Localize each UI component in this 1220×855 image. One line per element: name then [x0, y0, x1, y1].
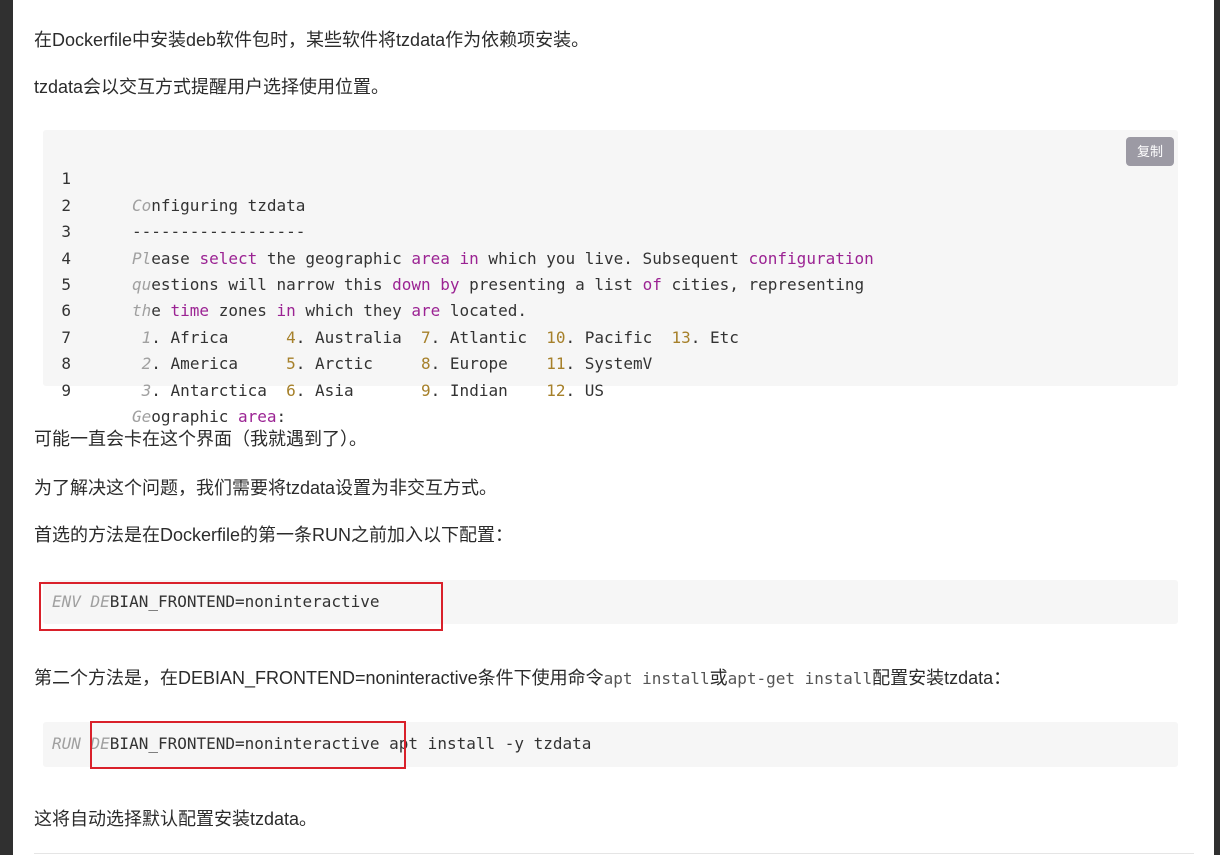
- left-window-frame: [0, 0, 13, 855]
- paragraph-stuck: 可能一直会卡在这个界面（我就遇到了）。: [34, 429, 367, 449]
- code-line: 9 Geographic area:: [43, 351, 1178, 426]
- line-number: 9: [61, 380, 71, 400]
- paragraph-text: 第二个方法是，在DEBIAN_FRONTEND=noninteractive条件…: [34, 668, 604, 688]
- highlight-box: [39, 582, 443, 631]
- paragraph-solution: 为了解决这个问题，我们需要将tzdata设置为非交互方式。: [34, 478, 498, 498]
- code-line: 6 1. Africa 4. Australia 7. Atlantic 10.…: [43, 272, 1178, 346]
- code-block-tzdata-prompt: 1 Configuring tzdata 2 -----------------…: [43, 130, 1178, 426]
- code-token: apt install -y tzdata: [379, 734, 592, 753]
- highlight-box: [90, 721, 406, 769]
- divider: [34, 853, 1194, 854]
- paragraph-intro: 在Dockerfile中安装deb软件包时，某些软件将tzdata作为依赖项安装…: [34, 30, 590, 50]
- code-number: 6: [286, 380, 296, 400]
- paragraph-tzdata-prompt: tzdata会以交互方式提醒用户选择使用位置。: [34, 77, 390, 97]
- code-line: 5 the time zones in which they are locat…: [43, 246, 1178, 320]
- code-line: 2 ------------------: [43, 166, 1178, 241]
- paragraph-text: 配置安装tzdata：: [872, 668, 1012, 688]
- code-token: :: [276, 406, 287, 426]
- inline-code: apt install: [603, 669, 710, 688]
- code-token: Ge: [132, 406, 152, 426]
- paragraph-text: 或: [709, 668, 728, 688]
- code-token: . Asia: [295, 380, 422, 400]
- code-token: ographic: [151, 406, 238, 426]
- code-token: . Indian: [430, 380, 547, 400]
- code-number: 12: [546, 380, 566, 400]
- copy-code-button[interactable]: 复制: [1126, 137, 1174, 166]
- code-token: . US: [565, 380, 605, 400]
- right-window-frame: [1214, 0, 1220, 855]
- paragraph-conclusion: 这将自动选择默认配置安装tzdata。: [34, 809, 318, 829]
- inline-code: apt-get install: [727, 669, 873, 688]
- code-line: 8 3. Antarctica 6. Asia 9. Indian 12. US: [43, 325, 1178, 399]
- code-token: . Antarctica: [151, 380, 287, 400]
- paragraph-method-one: 首选的方法是在Dockerfile的第一条RUN之前加入以下配置：: [34, 525, 514, 545]
- code-line: 3 Please select the geographic area in w…: [43, 193, 1178, 267]
- code-token: 3: [141, 380, 152, 400]
- code-line: 1 Configuring tzdata: [43, 140, 1178, 214]
- code-keyword: area: [237, 406, 277, 426]
- code-line: 7 2. America 5. Arctic 8. Europe 11. Sys…: [43, 298, 1178, 373]
- code-line: 4 questions will narrow this down by pre…: [43, 219, 1178, 294]
- paragraph-method-two: 第二个方法是，在DEBIAN_FRONTEND=noninteractive条件…: [34, 665, 1011, 692]
- article-content: 在Dockerfile中安装deb软件包时，某些软件将tzdata作为依赖项安装…: [13, 0, 1214, 855]
- code-number: 9: [421, 380, 431, 400]
